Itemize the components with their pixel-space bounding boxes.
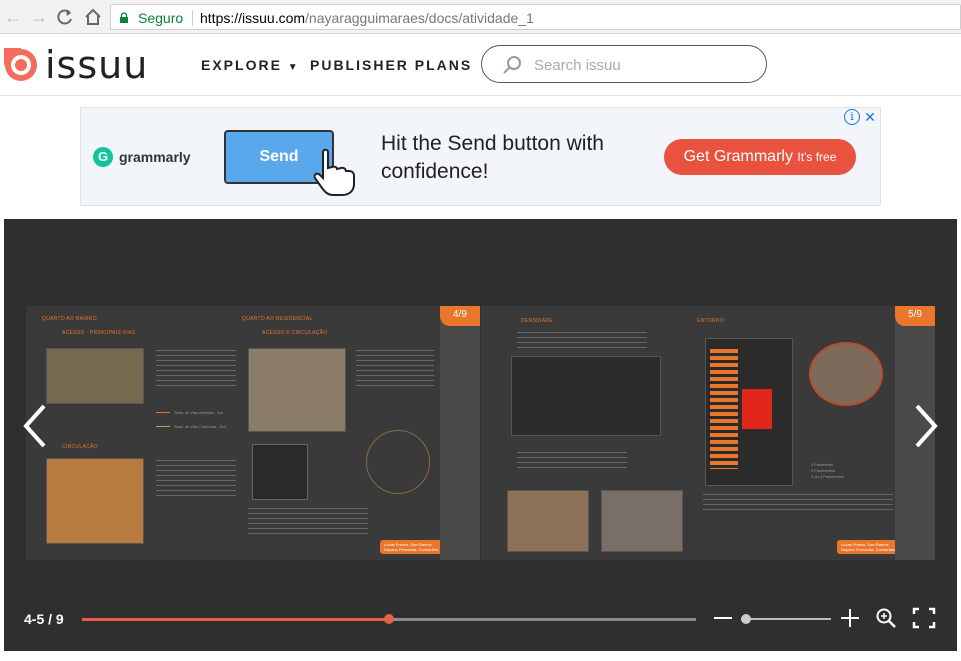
circulation-map-image (46, 458, 144, 544)
grammarly-brand: grammarly (119, 149, 191, 165)
paragraph-text (517, 452, 627, 472)
section-label: CIRCULAÇÃO (62, 444, 98, 450)
section-label: DENSIDADE (521, 318, 553, 324)
zoom-in-icon[interactable] (839, 607, 861, 629)
browser-toolbar: ← → Seguro https://issuu.com/nayaragguim… (0, 0, 961, 34)
address-bar[interactable]: Seguro https://issuu.com/nayaragguimarae… (110, 4, 961, 30)
issuu-logo-icon (4, 48, 37, 81)
section-label: ENTORNO (697, 318, 725, 324)
map-blocks (710, 349, 738, 469)
grammarly-logo: G grammarly (93, 147, 191, 167)
reload-icon[interactable] (54, 6, 76, 28)
site-header: issuu EXPLORE ▼ PUBLISHER PLANS (0, 34, 961, 96)
street-photo-image (507, 490, 589, 552)
search-icon (503, 56, 521, 74)
search-input[interactable] (534, 54, 754, 76)
ad-headline: Hit the Send button with confidence! (381, 132, 604, 183)
document-reader: QUARTO AO BAIRRO QUARTO AO RESIDENCIAL A… (4, 219, 957, 651)
page-5[interactable]: DENSIDADE ENTORNO 1 Pavimento 2 Paviment… (481, 306, 935, 560)
grammarly-g-icon: G (93, 147, 113, 167)
reader-controls: 4-5 / 9 (4, 599, 957, 639)
legend-text: Setor de Vias Coletoras - Sol. (174, 424, 227, 429)
section-title: QUARTO AO BAIRRO (42, 316, 97, 322)
site-photo-circle (809, 342, 883, 406)
paragraph-text (156, 460, 236, 500)
cta-suffix: It's free (797, 150, 837, 164)
progress-fill (82, 618, 389, 621)
section-title: QUARTO AO RESIDENCIAL (242, 316, 313, 322)
progress-handle[interactable] (384, 614, 394, 624)
forward-arrow-icon[interactable]: → (28, 6, 50, 28)
section-label: ACESSO - PRINCIPAIS VIAS (62, 330, 136, 336)
chevron-right-icon[interactable] (913, 402, 939, 450)
logo-text: issuu (45, 43, 149, 87)
secure-label: Seguro (138, 10, 184, 26)
lock-icon (120, 12, 128, 23)
paragraph-text (356, 350, 434, 390)
page-number-tab: 4/9 (440, 306, 480, 326)
get-grammarly-button[interactable]: Get Grammarly It's free (664, 139, 856, 175)
zoom-slider[interactable] (741, 614, 831, 624)
paragraph-text (156, 350, 236, 390)
home-icon[interactable] (82, 6, 104, 28)
nav-explore-label: EXPLORE (201, 57, 282, 73)
chevron-left-icon[interactable] (22, 402, 48, 450)
credit-badge: Lucas Franco; Dan Ramos Nayara; Fernanda… (380, 540, 443, 554)
grammarly-ad[interactable]: G grammarly Send Hit the Send button wit… (80, 107, 881, 206)
magnifier-icon[interactable] (875, 607, 897, 629)
page-progress-slider[interactable] (82, 614, 696, 624)
highlight-area (742, 389, 772, 429)
legend-text: 2 Pavimentos (811, 468, 836, 473)
page-indicator: 4-5 / 9 (24, 611, 64, 627)
nav-explore[interactable]: EXPLORE ▼ (201, 57, 300, 73)
fullscreen-icon[interactable] (912, 607, 936, 629)
close-icon[interactable]: ✕ (862, 109, 878, 125)
paragraph-text (248, 508, 368, 534)
url-path: /nayaragguimaraes/docs/atividade_1 (305, 10, 534, 26)
credit-badge: Lucas Franco; Dan Ramos Nayara; Fernanda… (837, 540, 900, 554)
section-label: ACESSO E CIRCULAÇÃO (262, 330, 328, 336)
pointing-hand-icon (313, 148, 355, 196)
legend-text: Setor de Vias Arteriais - Sol. (174, 410, 224, 415)
surroundings-map-image (705, 338, 793, 486)
url-host: https://issuu.com (200, 10, 306, 26)
zoom-out-icon[interactable] (712, 607, 734, 629)
info-icon[interactable]: i (844, 109, 860, 125)
paragraph-text (517, 332, 647, 350)
legend-swatch (156, 412, 170, 413)
nav-publisher-plans[interactable]: PUBLISHER PLANS (310, 57, 472, 73)
detail-circle (366, 430, 430, 494)
legend-text: 1 Pavimento (811, 462, 834, 467)
issuu-logo[interactable]: issuu (4, 46, 148, 84)
search-box[interactable] (481, 45, 767, 83)
url-text[interactable]: https://issuu.com/nayaragguimaraes/docs/… (200, 10, 534, 26)
legend-swatch (156, 426, 170, 427)
building-photo-image (601, 490, 683, 552)
url-divider (192, 10, 193, 26)
zoom-handle[interactable] (741, 614, 751, 624)
aerial-map-image (46, 348, 144, 404)
back-arrow-icon[interactable]: ← (2, 6, 24, 28)
caret-down-icon: ▼ (287, 62, 300, 73)
paragraph-text (703, 494, 893, 512)
legend-text: 3 ou 4 Pavimentos (811, 474, 845, 479)
site-plan-image (511, 356, 661, 436)
page-side-strip: 4/9 (440, 306, 480, 560)
cta-label: Get Grammarly (683, 148, 793, 165)
page-4[interactable]: QUARTO AO BAIRRO QUARTO AO RESIDENCIAL A… (26, 306, 480, 560)
page-number-tab: 5/9 (895, 306, 935, 326)
page-spread: QUARTO AO BAIRRO QUARTO AO RESIDENCIAL A… (26, 306, 935, 560)
floor-plan-image (252, 444, 308, 500)
aerial-photo-image (248, 348, 346, 432)
